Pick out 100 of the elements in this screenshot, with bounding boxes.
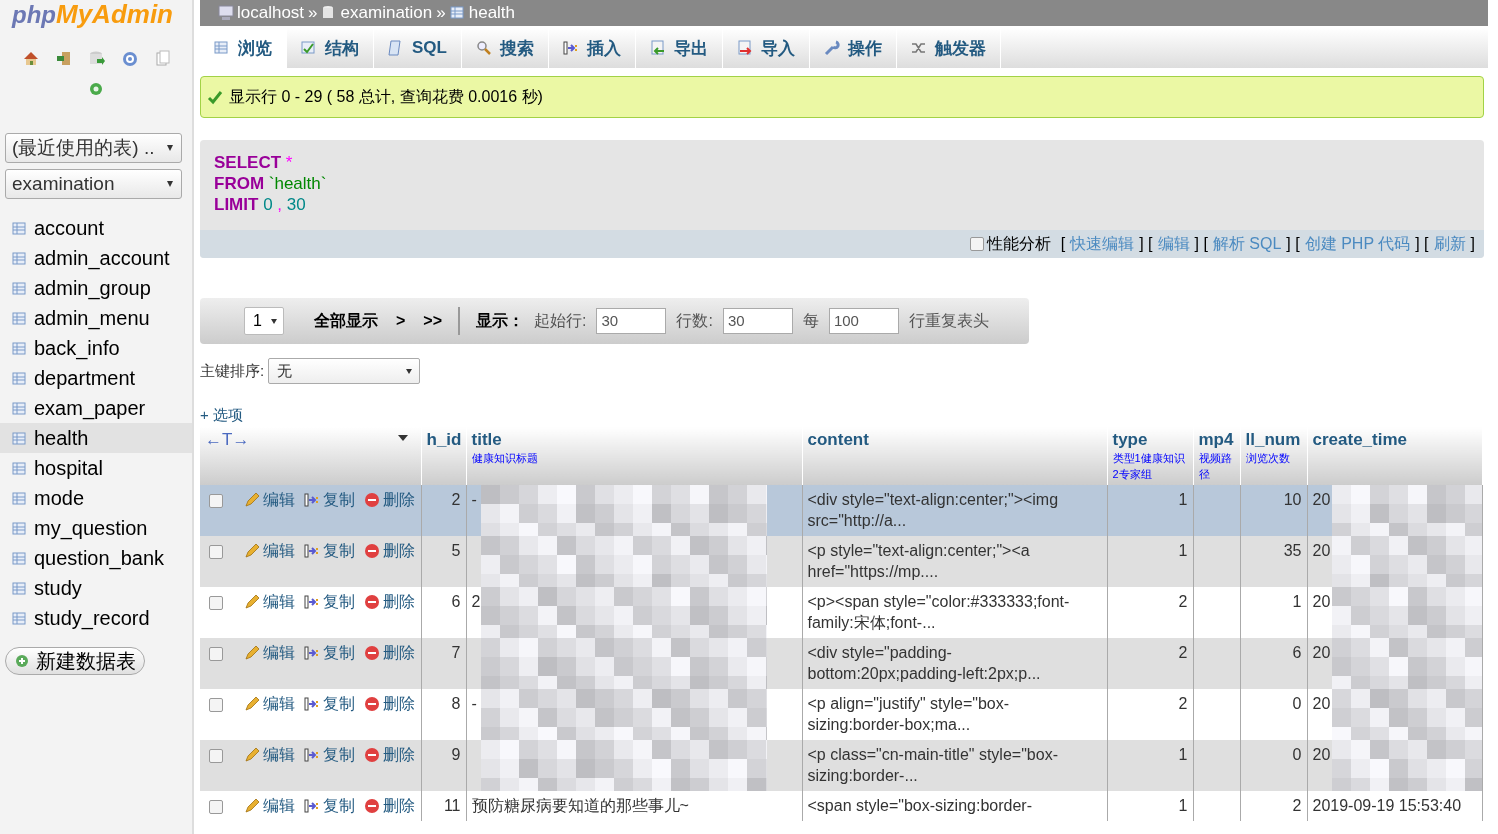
page-select[interactable]: 1	[244, 307, 284, 335]
table-list-item[interactable]: back_info	[0, 333, 192, 363]
tab[interactable]: 结构	[287, 28, 374, 68]
table-cell: 20	[1312, 695, 1331, 712]
logo[interactable]: phpMyAdmin	[0, 0, 192, 30]
breadcrumb-link[interactable]: examination	[340, 3, 433, 23]
next-page-link[interactable]: >	[396, 312, 406, 330]
row-checkbox[interactable]	[209, 647, 223, 661]
table-cell: 20	[1312, 542, 1331, 559]
copy-link[interactable]: 复制	[304, 540, 355, 561]
table-list-item[interactable]: mode	[0, 483, 192, 513]
tab[interactable]: 导出	[635, 28, 723, 68]
column-header[interactable]: title	[471, 430, 502, 449]
column-header[interactable]: type	[1112, 430, 1148, 449]
breadcrumb-link[interactable]: health	[468, 3, 516, 23]
help-icon[interactable]	[121, 50, 139, 67]
last-page-link[interactable]: >>	[423, 312, 443, 330]
delete-icon	[364, 593, 380, 610]
edit-link[interactable]: 编辑	[244, 540, 295, 561]
row-checkbox[interactable]	[209, 596, 223, 610]
table-cell: 2019-09-19 15:53:40	[1312, 797, 1462, 814]
edit-link[interactable]: 编辑	[244, 693, 295, 714]
row-checkbox[interactable]	[209, 494, 223, 508]
edit-link[interactable]: 编辑	[244, 591, 295, 612]
copy-link[interactable]: 复制	[304, 693, 355, 714]
table-list-item[interactable]: department	[0, 363, 192, 393]
tab[interactable]: 搜索	[461, 28, 549, 68]
table-list-item[interactable]: health	[0, 423, 192, 453]
caret-icon	[165, 144, 175, 152]
database-select[interactable]: examination	[5, 169, 182, 199]
database-icon[interactable]	[88, 50, 106, 67]
sort-label: 主键排序:	[200, 361, 265, 381]
delete-link[interactable]: 删除	[364, 540, 415, 561]
copy-link[interactable]: 复制	[304, 795, 355, 816]
column-header[interactable]: create_time	[1312, 430, 1407, 449]
table-list-item[interactable]: study	[0, 573, 192, 603]
table-list-item[interactable]: account	[0, 213, 192, 243]
row-checkbox[interactable]	[209, 545, 223, 559]
table-list-item[interactable]: my_question	[0, 513, 192, 543]
column-comment: 类型1健康知识2专家组	[1112, 451, 1186, 482]
copy-link[interactable]: 复制	[304, 489, 355, 510]
table-cell: 2	[1292, 797, 1302, 814]
table-list-item[interactable]: hospital	[0, 453, 192, 483]
row-count-field[interactable]: 30	[722, 308, 793, 334]
table-cell: 2	[1178, 695, 1188, 712]
reload-icon[interactable]	[88, 81, 104, 97]
documents-icon[interactable]	[154, 50, 172, 67]
delete-link[interactable]: 删除	[364, 489, 415, 510]
row-checkbox[interactable]	[209, 749, 223, 763]
home-icon[interactable]	[22, 50, 40, 67]
start-row-field[interactable]: 30	[596, 308, 667, 334]
column-resize-arrows[interactable]: ←T→	[205, 430, 250, 449]
bracket-text: ] [	[1415, 235, 1429, 253]
table-list-item[interactable]: admin_group	[0, 273, 192, 303]
breadcrumb-link[interactable]: localhost	[237, 3, 305, 23]
recent-tables-select[interactable]: (最近使用的表) ..	[5, 133, 182, 163]
copy-link[interactable]: 复制	[304, 744, 355, 765]
edit-link[interactable]: 编辑	[244, 744, 295, 765]
delete-link[interactable]: 删除	[364, 744, 415, 765]
table-list-item[interactable]: question_bank	[0, 543, 192, 573]
table-cell: 2	[451, 491, 461, 508]
table-list-item[interactable]: admin_account	[0, 243, 192, 273]
table-icon	[12, 310, 26, 326]
table-list-item[interactable]: admin_menu	[0, 303, 192, 333]
repeat-header-field[interactable]: 100	[828, 308, 899, 334]
table-cell: 6	[1292, 644, 1302, 661]
tab[interactable]: 插入	[548, 28, 636, 68]
copy-link[interactable]: 复制	[304, 642, 355, 663]
table-list-item[interactable]: study_record	[0, 603, 192, 633]
tab[interactable]: SQL	[374, 28, 462, 68]
table-cell: 5	[451, 542, 461, 559]
caret-icon[interactable]	[396, 433, 409, 441]
options-link[interactable]: + 选项	[200, 406, 243, 425]
edit-link[interactable]: 编辑	[244, 642, 295, 663]
table-cell: 1	[1178, 491, 1188, 508]
column-header[interactable]: mp4	[1198, 430, 1234, 449]
delete-link[interactable]: 删除	[364, 591, 415, 612]
sort-select[interactable]: 无	[268, 358, 421, 384]
edit-link[interactable]: 编辑	[244, 795, 295, 816]
table-cell: 9	[451, 746, 461, 763]
tab[interactable]: 导入	[722, 28, 810, 68]
breadcrumb-separator: »	[436, 3, 446, 23]
copy-link[interactable]: 复制	[304, 591, 355, 612]
tab[interactable]: 操作	[809, 28, 897, 68]
delete-link[interactable]: 删除	[364, 795, 415, 816]
checkbox[interactable]	[970, 237, 985, 251]
table-list-item[interactable]: exam_paper	[0, 393, 192, 423]
tab[interactable]: 触发器	[896, 28, 1001, 68]
column-header[interactable]: ll_num	[1245, 430, 1301, 449]
show-all-link[interactable]: 全部显示	[314, 310, 378, 332]
edit-link[interactable]: 编辑	[244, 489, 295, 510]
row-checkbox[interactable]	[209, 800, 223, 814]
success-message: 显示行 0 - 29 ( 58 总计, 查询花费 0.0016 秒)	[200, 76, 1484, 118]
row-checkbox[interactable]	[209, 698, 223, 712]
exit-icon[interactable]	[55, 50, 73, 67]
new-table-button[interactable]: 新建数据表	[5, 647, 145, 675]
copy-icon	[304, 644, 320, 661]
delete-link[interactable]: 删除	[364, 693, 415, 714]
column-header[interactable]: content	[807, 430, 869, 449]
delete-link[interactable]: 删除	[364, 642, 415, 663]
